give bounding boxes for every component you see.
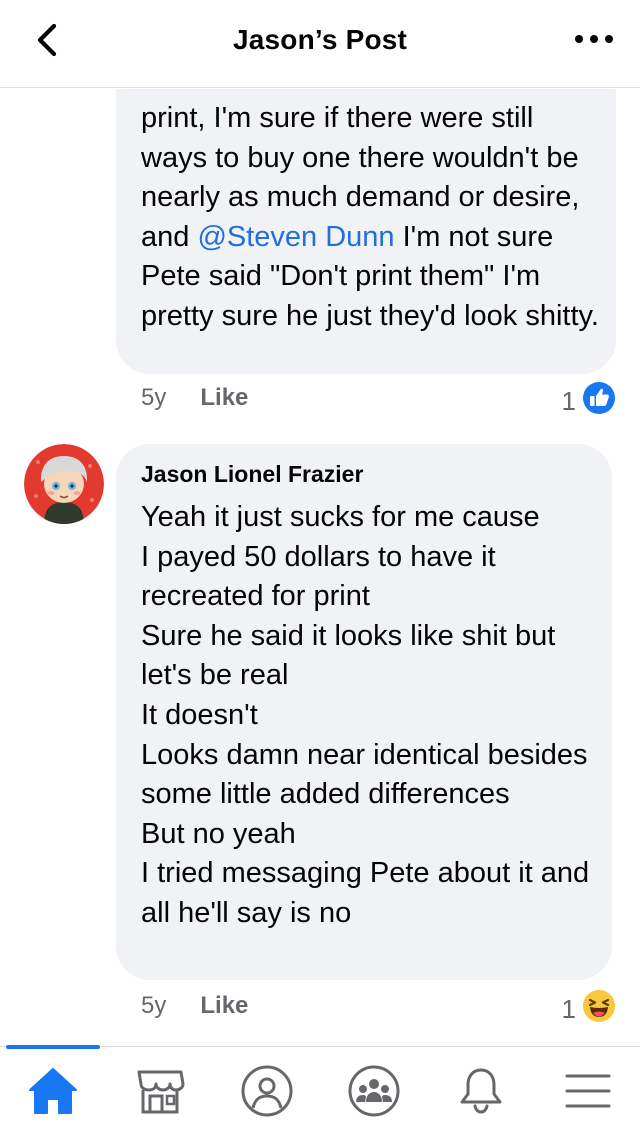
like-button[interactable]: Like [200, 384, 248, 412]
reaction-summary[interactable]: 1 [562, 381, 616, 422]
home-icon [26, 1064, 80, 1123]
haha-reaction-icon [582, 989, 616, 1030]
reaction-count: 1 [561, 994, 576, 1024]
comment-bubble[interactable]: Jason Lionel Frazier Yeah it just sucks … [116, 444, 612, 980]
tab-notifications[interactable] [449, 1065, 513, 1121]
tab-profile[interactable] [235, 1065, 299, 1121]
profile-icon [240, 1064, 294, 1123]
tab-groups[interactable] [342, 1065, 406, 1121]
like-reaction-icon [582, 381, 616, 422]
more-dots-icon[interactable] [572, 24, 616, 54]
reaction-count: 1 [561, 386, 576, 416]
comment-meta: 5y Like [141, 384, 248, 412]
comments-list: print, I'm sure if there were still ways… [0, 89, 640, 1045]
top-bar: Jason’s Post [0, 0, 640, 88]
bottom-tab-bar [0, 1045, 640, 1136]
marketplace-icon [133, 1064, 187, 1123]
active-tab-indicator [6, 1045, 100, 1049]
bell-icon [454, 1064, 508, 1123]
mention-link[interactable]: @Steven Dunn [197, 221, 394, 253]
groups-icon [347, 1064, 401, 1123]
like-button[interactable]: Like [200, 992, 248, 1020]
comment-time[interactable]: 5y [141, 992, 166, 1020]
tab-marketplace[interactable] [128, 1065, 192, 1121]
comment-meta: 5y Like [141, 992, 248, 1020]
avatar[interactable] [24, 444, 104, 524]
comment-author[interactable]: Jason Lionel Frazier [141, 461, 363, 488]
comment-bubble[interactable]: print, I'm sure if there were still ways… [116, 89, 616, 374]
tab-home[interactable] [21, 1065, 85, 1121]
comment-text: Yeah it just sucks for me cause I payed … [141, 501, 590, 929]
reaction-summary[interactable]: 1 [562, 989, 616, 1030]
comment-time[interactable]: 5y [141, 384, 166, 412]
menu-icon [561, 1064, 615, 1123]
page-title: Jason’s Post [232, 24, 408, 55]
tab-menu[interactable] [556, 1065, 620, 1121]
comment-text: print, I'm sure if there were still ways… [141, 102, 599, 332]
